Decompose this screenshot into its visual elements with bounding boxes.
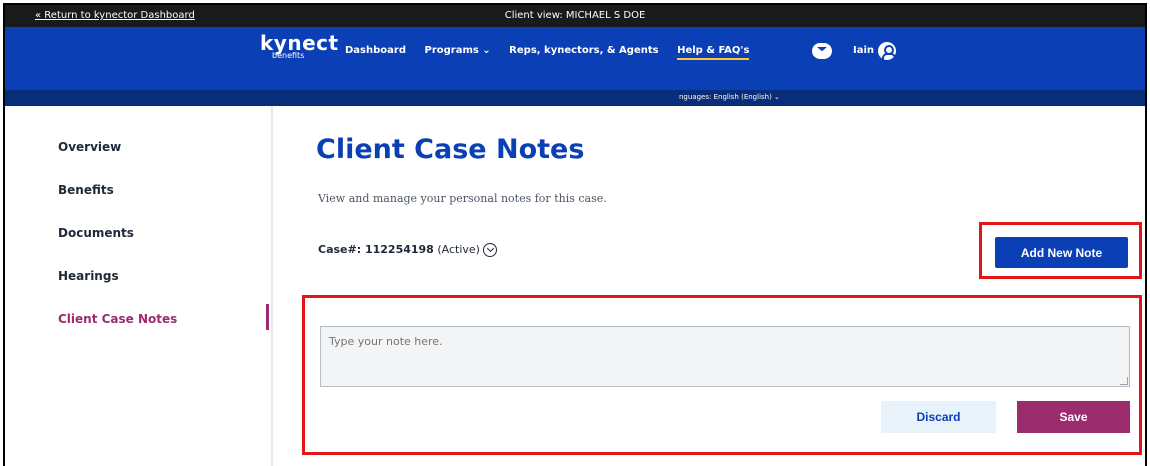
note-textarea[interactable] [320, 326, 1130, 387]
user-name[interactable]: Iain [853, 45, 874, 56]
resize-handle-icon[interactable] [1120, 377, 1128, 385]
language-selector[interactable]: nguages: English (English) ⌄ [679, 93, 780, 101]
case-status: (Active) [433, 243, 480, 256]
discard-button[interactable]: Discard [881, 401, 996, 433]
case-number: Case#: 112254198 [318, 243, 434, 256]
kynect-logo[interactable]: kynect benefits [260, 33, 339, 60]
sidebar-item-benefits[interactable]: Benefits [58, 183, 114, 197]
browser-frame: « Return to kynector Dashboard Client vi… [3, 3, 1147, 466]
sidebar-item-hearings[interactable]: Hearings [58, 269, 119, 283]
page-title: Client Case Notes [316, 134, 585, 165]
language-bar: nguages: English (English) ⌄ [5, 90, 1145, 106]
client-view-bar: « Return to kynector Dashboard Client vi… [5, 5, 1145, 27]
page-subtitle: View and manage your personal notes for … [318, 192, 607, 205]
client-view-label: Client view: MICHAEL S DOE [504, 10, 646, 21]
add-new-note-button[interactable]: Add New Note [995, 237, 1128, 268]
chevron-down-icon[interactable] [482, 243, 497, 257]
nav-programs[interactable]: Programs ⌄ [424, 45, 490, 56]
case-selector[interactable]: Case#: 112254198 (Active) [318, 243, 497, 257]
mail-icon[interactable] [812, 43, 832, 59]
active-indicator [266, 304, 269, 330]
save-button[interactable]: Save [1017, 401, 1130, 433]
nav-reps-kynectors-agents[interactable]: Reps, kynectors, & Agents [509, 45, 658, 56]
sidebar-item-documents[interactable]: Documents [58, 226, 134, 240]
user-avatar-icon[interactable] [878, 42, 896, 60]
main-nav: kynect benefits Dashboard Programs ⌄ Rep… [5, 27, 1145, 90]
nav-help-faq[interactable]: Help & FAQ's [677, 45, 750, 60]
sidebar-item-client-case-notes[interactable]: Client Case Notes [58, 312, 177, 326]
sidebar: Overview Benefits Documents Hearings Cli… [5, 106, 273, 466]
sidebar-item-overview[interactable]: Overview [58, 140, 121, 154]
nav-links: Dashboard Programs ⌄ Reps, kynectors, & … [345, 45, 764, 60]
nav-dashboard[interactable]: Dashboard [345, 45, 406, 56]
